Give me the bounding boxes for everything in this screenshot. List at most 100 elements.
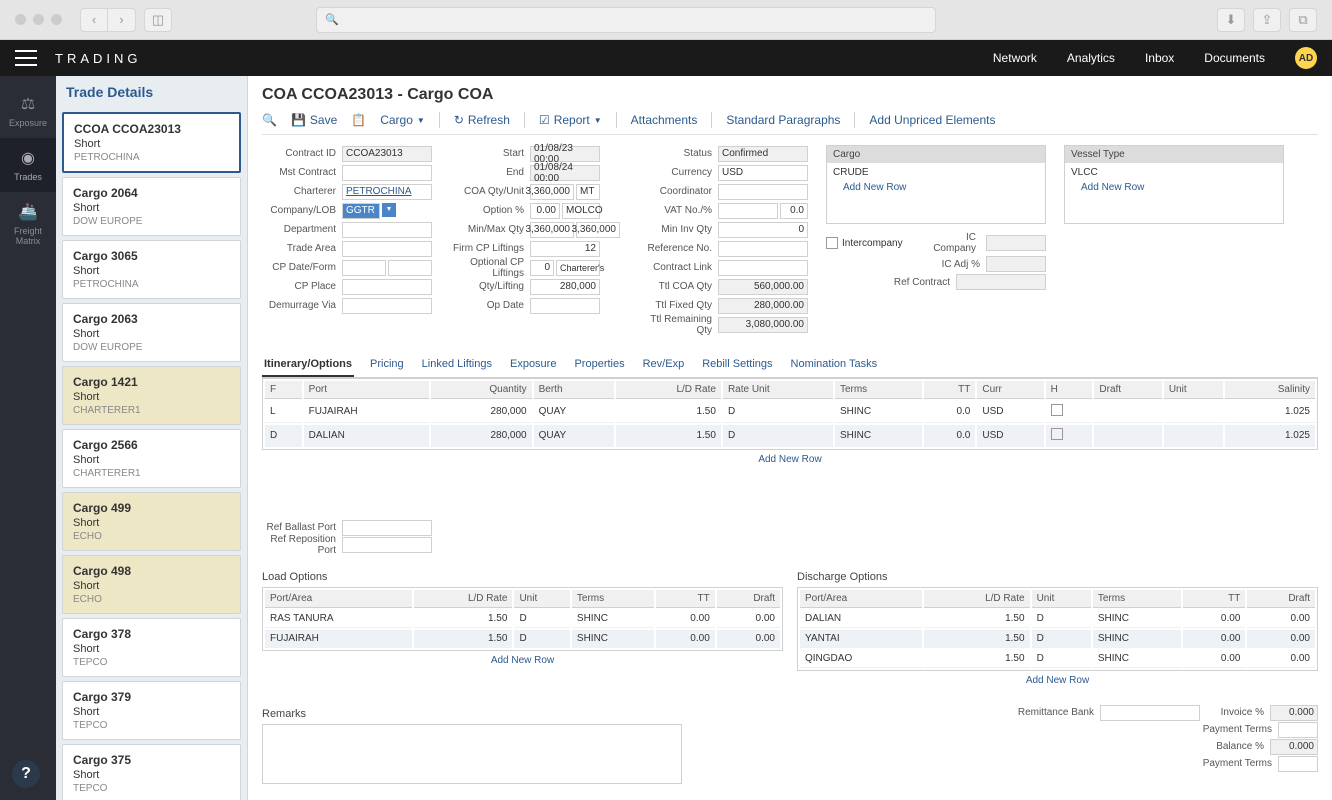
remittance-bank-field[interactable]: [1100, 705, 1200, 721]
firm-cp-field[interactable]: 12: [530, 241, 600, 257]
option-pct-field[interactable]: 0.00: [530, 203, 560, 219]
load-options-grid[interactable]: Port/AreaL/D RateUnitTermsTTDraft RAS TA…: [262, 587, 783, 651]
report-dropdown[interactable]: ☑ Report ▼: [539, 113, 602, 127]
trade-card[interactable]: Cargo 379ShortTEPCO: [62, 681, 241, 740]
refresh-button[interactable]: ↻ Refresh: [454, 113, 510, 127]
ref-ballast-field[interactable]: [342, 520, 432, 536]
cargo-value[interactable]: CRUDE: [833, 167, 1039, 178]
tab-revexp[interactable]: Rev/Exp: [641, 353, 687, 377]
download-icon[interactable]: ⬇: [1217, 8, 1245, 32]
table-row[interactable]: RAS TANURA1.50DSHINC0.000.00: [265, 610, 780, 628]
chevron-down-icon[interactable]: ▼: [382, 203, 396, 217]
demurrage-via-field[interactable]: [342, 298, 432, 314]
sidebar-toggle-icon[interactable]: ◫: [144, 8, 172, 32]
trade-card[interactable]: Cargo 498ShortECHO: [62, 555, 241, 614]
tab-properties[interactable]: Properties: [572, 353, 626, 377]
min-inv-field[interactable]: 0: [718, 222, 808, 238]
trade-card[interactable]: Cargo 2064ShortDOW EUROPE: [62, 177, 241, 236]
rail-exposure[interactable]: ⚖Exposure: [0, 84, 56, 138]
coa-unit-field[interactable]: MT: [576, 184, 600, 200]
intercompany-checkbox[interactable]: [826, 237, 838, 249]
avatar[interactable]: AD: [1295, 47, 1317, 69]
help-button[interactable]: ?: [12, 760, 40, 788]
cp-place-field[interactable]: [342, 279, 432, 295]
max-qty-field[interactable]: 3,360,000: [576, 222, 620, 238]
url-bar[interactable]: 🔍: [316, 7, 936, 33]
trade-card[interactable]: Cargo 3065ShortPETROCHINA: [62, 240, 241, 299]
tab-pricing[interactable]: Pricing: [368, 353, 406, 377]
rail-freight-matrix[interactable]: 🚢Freight Matrix: [0, 192, 56, 256]
trade-card[interactable]: Cargo 2566ShortCHARTERER1: [62, 429, 241, 488]
nav-analytics[interactable]: Analytics: [1067, 51, 1115, 65]
table-row[interactable]: YANTAI1.50DSHINC0.000.00: [800, 630, 1315, 648]
remarks-field[interactable]: [262, 724, 682, 784]
tab-linked-liftings[interactable]: Linked Liftings: [420, 353, 494, 377]
coordinator-field[interactable]: [718, 184, 808, 200]
end-field[interactable]: 01/08/24 00:00: [530, 165, 600, 181]
add-unpriced-button[interactable]: Add Unpriced Elements: [869, 113, 995, 127]
tab-nomination[interactable]: Nomination Tasks: [789, 353, 880, 377]
maximize-window-icon[interactable]: [51, 14, 62, 25]
attachments-button[interactable]: Attachments: [631, 113, 698, 127]
discharge-options-grid[interactable]: Port/AreaL/D RateUnitTermsTTDraft DALIAN…: [797, 587, 1318, 671]
trade-card[interactable]: Cargo 2063ShortDOW EUROPE: [62, 303, 241, 362]
vat-pct-field[interactable]: 0.0: [780, 203, 808, 219]
tab-exposure[interactable]: Exposure: [508, 353, 558, 377]
add-load-row[interactable]: Add New Row: [262, 651, 783, 670]
table-row[interactable]: LFUJAIRAH280,000QUAY1.50DSHINC0.0USD1.02…: [265, 401, 1315, 423]
mst-contract-field[interactable]: [342, 165, 432, 181]
opt-cp-side-field[interactable]: Charterer's: [556, 260, 600, 276]
trade-card[interactable]: Cargo 1421ShortCHARTERER1: [62, 366, 241, 425]
qty-lifting-field[interactable]: 280,000: [530, 279, 600, 295]
vat-no-field[interactable]: [718, 203, 778, 219]
back-button[interactable]: ‹: [80, 8, 108, 32]
contract-link-field[interactable]: [718, 260, 808, 276]
department-field[interactable]: [342, 222, 432, 238]
itinerary-grid[interactable]: FPortQuantity BerthL/D RateRate Unit Ter…: [262, 378, 1318, 450]
trade-card[interactable]: CCOA CCOA23013ShortPETROCHINA: [62, 112, 241, 173]
trade-area-field[interactable]: [342, 241, 432, 257]
company-lob-field[interactable]: GGTR: [342, 203, 380, 219]
charterer-field[interactable]: PETROCHINA: [342, 184, 432, 200]
minimize-window-icon[interactable]: [33, 14, 44, 25]
menu-icon[interactable]: [15, 50, 37, 66]
cargo-dropdown[interactable]: Cargo ▼: [380, 113, 425, 127]
ref-reposition-field[interactable]: [342, 537, 432, 553]
min-qty-field[interactable]: 3,360,000: [530, 222, 574, 238]
trade-card[interactable]: Cargo 499ShortECHO: [62, 492, 241, 551]
option-ref-field[interactable]: MOLCO: [562, 203, 600, 219]
share-icon[interactable]: ⇪: [1253, 8, 1281, 32]
save-button[interactable]: 💾 Save: [291, 113, 337, 127]
table-row[interactable]: DDALIAN280,000QUAY1.50DSHINC0.0USD1.025: [265, 425, 1315, 447]
nav-inbox[interactable]: Inbox: [1145, 51, 1174, 65]
trade-card[interactable]: Cargo 378ShortTEPCO: [62, 618, 241, 677]
vessel-value[interactable]: VLCC: [1071, 167, 1277, 178]
add-vessel-row[interactable]: Add New Row: [1071, 178, 1277, 197]
trade-card[interactable]: Cargo 375ShortTEPCO: [62, 744, 241, 800]
tab-rebill[interactable]: Rebill Settings: [700, 353, 774, 377]
coa-qty-field[interactable]: 3,360,000: [530, 184, 574, 200]
copy-button[interactable]: 📋: [351, 113, 366, 127]
payment-terms-2-field[interactable]: [1278, 756, 1318, 772]
standard-paragraphs-button[interactable]: Standard Paragraphs: [726, 113, 840, 127]
table-row[interactable]: QINGDAO1.50DSHINC0.000.00: [800, 650, 1315, 668]
table-row[interactable]: FUJAIRAH1.50DSHINC0.000.00: [265, 630, 780, 648]
nav-documents[interactable]: Documents: [1204, 51, 1265, 65]
ref-no-field[interactable]: [718, 241, 808, 257]
search-button[interactable]: 🔍: [262, 113, 277, 127]
cp-date-field[interactable]: [342, 260, 386, 276]
tabs-icon[interactable]: ⧉: [1289, 8, 1317, 32]
tab-itinerary[interactable]: Itinerary/Options: [262, 353, 354, 377]
op-date-field[interactable]: [530, 298, 600, 314]
add-cargo-row[interactable]: Add New Row: [833, 178, 1039, 197]
status-field[interactable]: Confirmed: [718, 146, 808, 162]
close-window-icon[interactable]: [15, 14, 26, 25]
payment-terms-1-field[interactable]: [1278, 722, 1318, 738]
opt-cp-field[interactable]: 0: [530, 260, 554, 276]
currency-field[interactable]: USD: [718, 165, 808, 181]
nav-network[interactable]: Network: [993, 51, 1037, 65]
add-itinerary-row[interactable]: Add New Row: [262, 450, 1318, 469]
rail-trades[interactable]: ◉Trades: [0, 138, 56, 192]
start-field[interactable]: 01/08/23 00:00: [530, 146, 600, 162]
table-row[interactable]: DALIAN1.50DSHINC0.000.00: [800, 610, 1315, 628]
